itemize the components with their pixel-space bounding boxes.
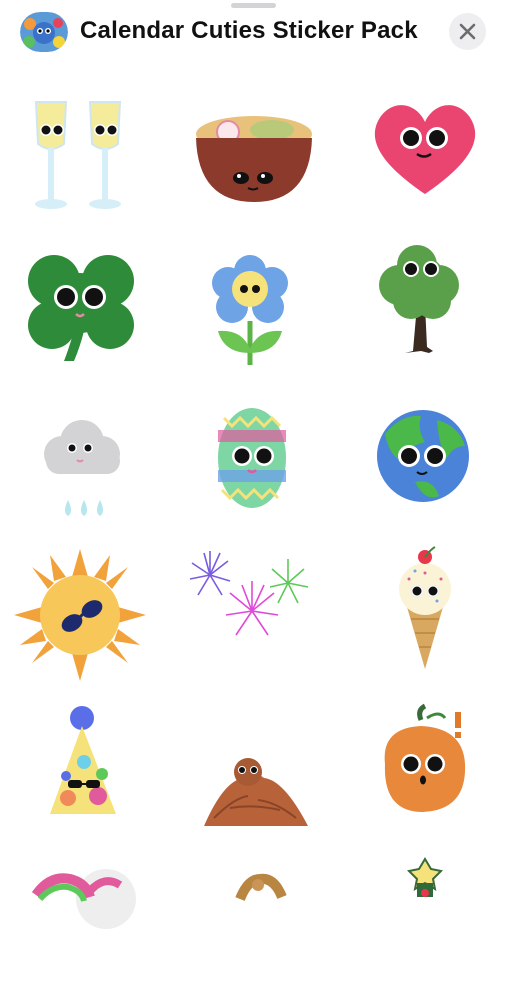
partial-sticker-1[interactable] [10, 855, 150, 995]
ice-cream-cone-sticker[interactable] [355, 545, 495, 685]
party-hat-sticker[interactable] [10, 700, 150, 840]
easter-egg-sticker[interactable] [184, 390, 324, 530]
sun-with-sunglasses-sticker[interactable] [10, 545, 150, 685]
champagne-glasses-sticker[interactable] [10, 90, 150, 230]
sticker-grid [0, 70, 507, 929]
tree-sticker[interactable] [355, 235, 495, 375]
close-button[interactable] [449, 13, 486, 50]
blue-flower-sticker[interactable] [184, 235, 324, 375]
sheet-header: Calendar Cuties Sticker Pack [0, 0, 507, 62]
close-x-icon [459, 23, 476, 40]
fireworks-sticker[interactable] [184, 545, 324, 685]
earth-globe-sticker[interactable] [355, 390, 495, 530]
ramen-bowl-sticker[interactable] [184, 90, 324, 230]
pumpkin-sticker[interactable] [355, 700, 495, 840]
four-leaf-clover-sticker[interactable] [10, 235, 150, 375]
app-icon [20, 12, 68, 52]
rain-cloud-sticker[interactable] [10, 390, 150, 530]
leaf-pile-sticker[interactable] [184, 700, 324, 840]
sticker-pack-title: Calendar Cuties Sticker Pack [80, 17, 418, 44]
heart-sticker[interactable] [355, 90, 495, 230]
partial-sticker-3[interactable] [355, 855, 495, 995]
partial-sticker-2[interactable] [184, 855, 324, 995]
